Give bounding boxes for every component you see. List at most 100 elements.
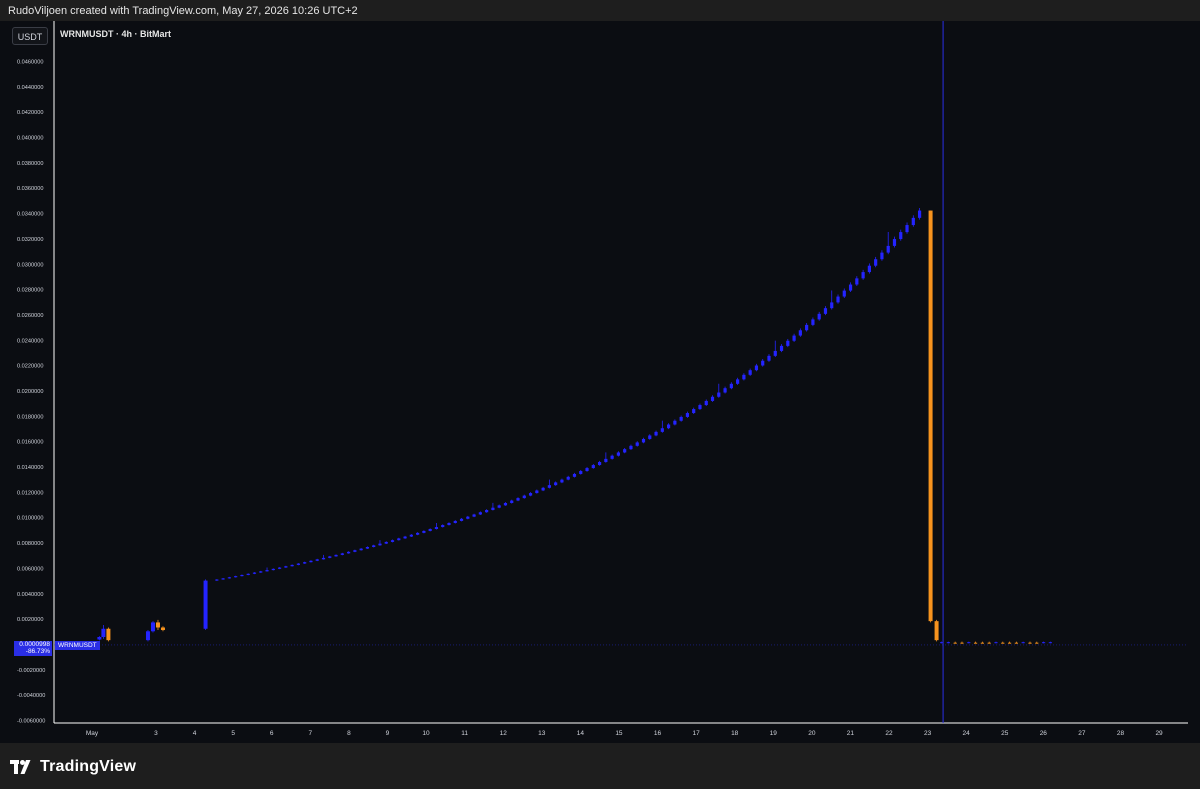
candle-body xyxy=(836,296,840,303)
candle-body xyxy=(340,553,344,555)
x-tick-label: 5 xyxy=(231,730,235,737)
candle-body xyxy=(390,540,395,542)
candle-body xyxy=(296,563,301,565)
candle-body xyxy=(453,520,457,523)
y-tick-label: 0.0320000 xyxy=(17,237,43,243)
candle-body xyxy=(365,547,370,549)
candle-body xyxy=(303,562,307,564)
unit-button[interactable]: USDT xyxy=(12,27,48,45)
candle-body xyxy=(434,527,439,530)
candle-body xyxy=(566,476,570,480)
y-tick-label: 0.0280000 xyxy=(17,288,43,294)
x-tick-label: 11 xyxy=(461,730,468,737)
candle-body xyxy=(1041,642,1046,644)
candle-body xyxy=(748,370,752,375)
tradingview-logo[interactable]: TradingView xyxy=(10,757,136,777)
x-tick-label: 24 xyxy=(963,730,971,737)
candle-body xyxy=(892,239,897,246)
candle-body xyxy=(967,642,971,644)
candle-body xyxy=(886,245,890,253)
candle-body xyxy=(946,642,950,644)
candle-body xyxy=(321,557,326,560)
y-tick-label: 0.0400000 xyxy=(17,136,43,142)
candle-body xyxy=(572,473,577,477)
candle-body xyxy=(773,350,777,356)
candle-body xyxy=(767,355,771,361)
candle-body xyxy=(403,536,407,539)
candle-body xyxy=(761,360,765,366)
credit-text: RudoViljoen created with TradingView.com… xyxy=(8,5,358,17)
candle-body xyxy=(934,621,939,641)
candle-body xyxy=(629,445,633,450)
y-tick-label: 0.0300000 xyxy=(17,262,43,268)
x-tick-label: 28 xyxy=(1117,730,1125,737)
candle-body xyxy=(610,455,614,459)
x-tick-label: 20 xyxy=(808,730,816,737)
candle-body xyxy=(742,374,746,380)
candle-body xyxy=(554,482,558,486)
candle-body xyxy=(848,284,853,291)
x-tick-label: 3 xyxy=(154,730,158,737)
candle-body xyxy=(416,532,420,535)
candle-body xyxy=(541,487,545,491)
candle-body xyxy=(240,574,244,577)
candle-body xyxy=(717,392,721,397)
candle-body xyxy=(215,579,219,581)
candle-body xyxy=(346,551,351,554)
x-tick-label: 16 xyxy=(654,730,662,737)
candle-body xyxy=(428,529,432,531)
candle-body xyxy=(528,493,533,496)
candle-body xyxy=(830,302,834,309)
candle-body xyxy=(284,566,288,568)
candle-body xyxy=(823,308,828,314)
y-tick-label: 0.0020000 xyxy=(17,617,43,623)
y-tick-label: 0.0100000 xyxy=(17,516,43,522)
candle-body xyxy=(729,383,733,389)
candle-body xyxy=(798,330,802,336)
candle-body xyxy=(252,572,257,574)
candle-body xyxy=(666,424,671,429)
y-tick-label: 0.0040000 xyxy=(17,592,43,598)
candle-body xyxy=(290,564,294,567)
y-tick-label: 0.0420000 xyxy=(17,110,43,116)
candle-body xyxy=(441,525,445,528)
candle-body xyxy=(917,210,922,218)
candle-body xyxy=(309,560,313,563)
candle-body xyxy=(384,541,388,544)
tradingview-logo-icon xyxy=(10,760,31,774)
last-price-tag: 0.0000998 -86.73% xyxy=(14,641,52,656)
candle-body xyxy=(491,507,495,510)
candle-body xyxy=(1001,642,1005,644)
candle-body xyxy=(704,400,708,406)
y-tick-label: 0.0060000 xyxy=(17,566,43,572)
y-tick-label: 0.0460000 xyxy=(17,60,43,66)
candlestick-chart[interactable]: 0.0460000 0.0440000 0.0420000 0.0400000 0.03… xyxy=(0,21,1200,743)
candle-body xyxy=(698,405,702,410)
last-price-value: 0.0000998 xyxy=(19,641,50,648)
candle-body xyxy=(409,534,413,537)
x-tick-label: May xyxy=(86,730,99,737)
candle-body xyxy=(842,290,846,297)
candle-body xyxy=(692,409,696,414)
candle-body xyxy=(994,642,998,644)
x-tick-label: 14 xyxy=(577,730,585,737)
y-tick-label: 0.0440000 xyxy=(17,85,43,91)
candle-body xyxy=(987,642,991,644)
candle-body xyxy=(265,570,269,572)
x-tick-label: 13 xyxy=(538,730,546,737)
candle-body xyxy=(378,543,382,546)
candle-body xyxy=(792,335,796,341)
candle-body xyxy=(604,458,608,462)
candle-body xyxy=(101,628,106,637)
x-tick-label: 7 xyxy=(308,730,312,737)
x-tick-label: 18 xyxy=(731,730,739,737)
chart-area[interactable]: 0.0460000 0.0440000 0.0420000 0.0400000 0.03… xyxy=(0,21,1200,743)
candle-body xyxy=(522,495,526,499)
x-tick-label: 22 xyxy=(885,730,893,737)
candle-body xyxy=(221,578,225,580)
candle-body xyxy=(939,642,944,644)
candle-body xyxy=(203,580,208,629)
x-tick-label: 21 xyxy=(847,730,855,737)
candle-body xyxy=(874,259,878,266)
candle-body xyxy=(271,568,275,571)
